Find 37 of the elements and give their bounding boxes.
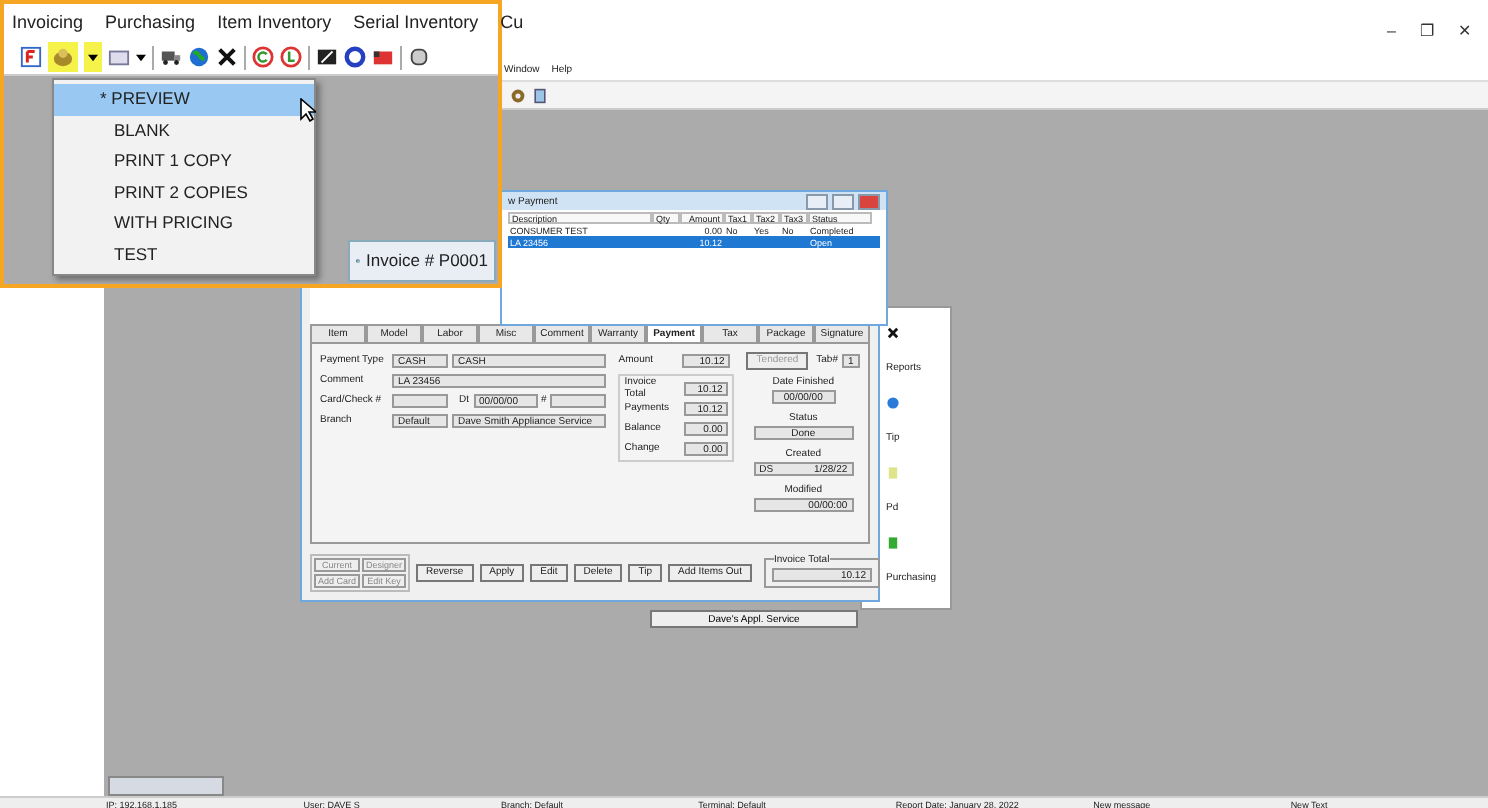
menu-item[interactable]: Serial Inventory — [353, 12, 479, 32]
caret-icon[interactable] — [136, 53, 146, 61]
window-title: Invoice # P0001 — [366, 250, 488, 270]
menu-item[interactable]: BLANK — [54, 115, 314, 146]
dropdown-button[interactable] — [84, 42, 102, 72]
sheet-icon — [886, 534, 900, 552]
tools-icon — [886, 324, 900, 342]
caret-icon — [88, 53, 98, 61]
menu-item[interactable]: TEST — [54, 239, 314, 270]
gear-icon[interactable] — [510, 87, 526, 103]
list-icon — [886, 464, 900, 482]
maximize-button[interactable] — [832, 193, 854, 209]
cursor-icon — [300, 98, 316, 122]
form-icon[interactable] — [20, 46, 42, 68]
menu-item[interactable]: Purchasing — [105, 12, 196, 32]
truck-icon[interactable] — [160, 46, 182, 68]
minimized-window[interactable] — [108, 776, 224, 796]
globe-icon[interactable] — [188, 46, 210, 68]
window-control-button[interactable]: – — [1387, 21, 1396, 39]
monitor-icon[interactable] — [316, 46, 338, 68]
globe-icon — [886, 394, 900, 412]
tools-icon[interactable] — [216, 46, 238, 68]
menu-item[interactable]: PRINT 1 COPY — [54, 146, 314, 177]
menu-item[interactable]: Item Inventory — [217, 12, 332, 32]
window-control-button[interactable]: ❐ — [1420, 21, 1434, 39]
c-circle-icon[interactable] — [252, 46, 274, 68]
minimize-button[interactable] — [806, 193, 828, 209]
menu-item[interactable]: WITH PRICING — [54, 208, 314, 239]
l-circle-icon[interactable] — [280, 46, 302, 68]
input-field[interactable] — [392, 393, 448, 408]
menu-item[interactable]: * PREVIEW — [54, 84, 314, 115]
menu-item[interactable]: Invoicing — [12, 12, 84, 32]
menu-item[interactable]: PRINT 2 COPIES — [54, 177, 314, 208]
input-field[interactable] — [550, 393, 607, 408]
document-icon[interactable] — [532, 87, 548, 103]
close-button[interactable] — [858, 193, 880, 209]
window-control-button[interactable]: ✕ — [1458, 21, 1472, 39]
